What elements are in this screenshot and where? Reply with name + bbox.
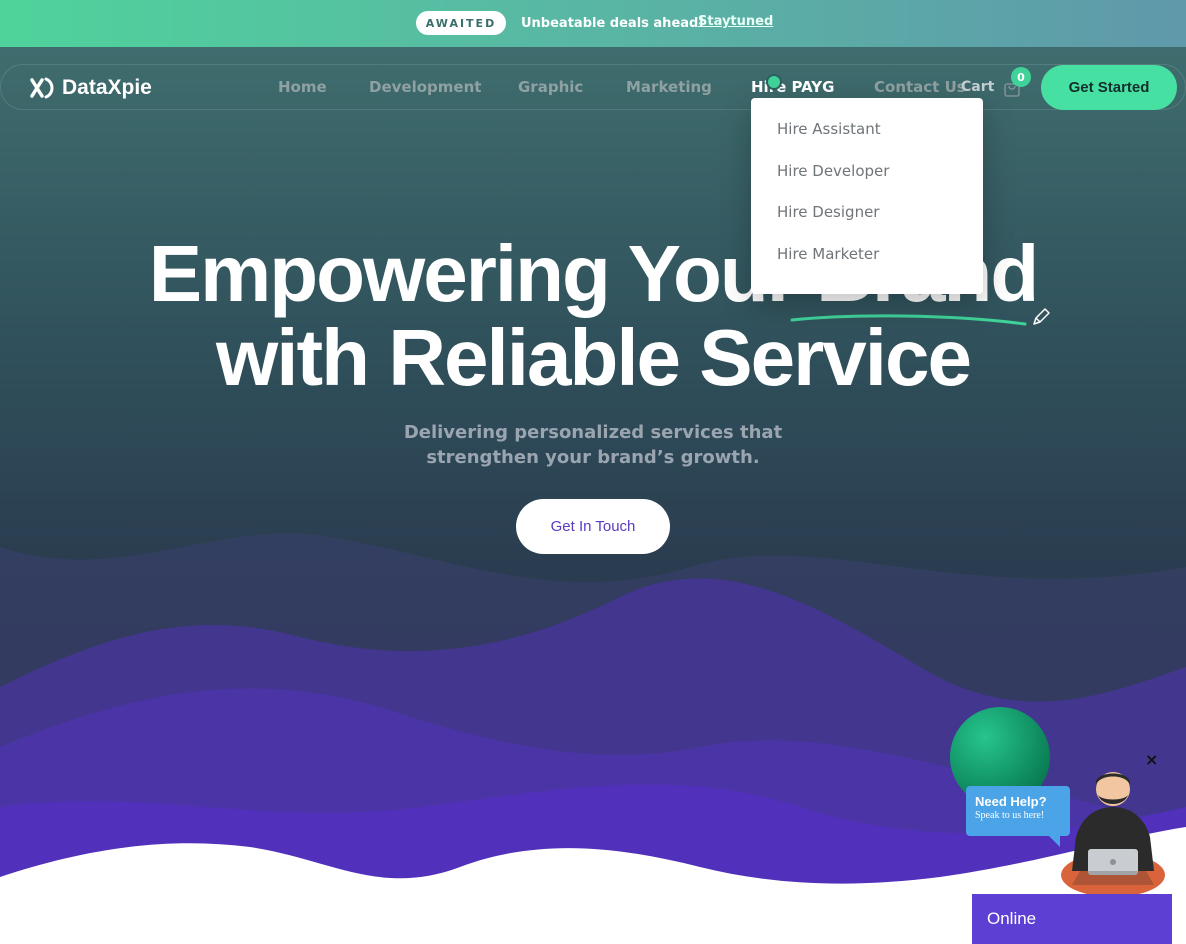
brand-underline: [790, 314, 1027, 326]
help-bubble[interactable]: Need Help? Speak to us here!: [966, 786, 1070, 836]
help-subtitle: Speak to us here!: [975, 810, 1045, 821]
dropdown-item-hire-assistant[interactable]: Hire Assistant: [751, 120, 983, 162]
cart-label[interactable]: Cart: [961, 79, 994, 95]
chat-status-label: Online: [987, 909, 1037, 928]
nav-contact-us[interactable]: Contact Us: [874, 78, 966, 96]
support-character-illustration[interactable]: [1058, 767, 1168, 901]
headline-line-2: with Reliable Service: [216, 313, 972, 402]
brand-name: DataXpie: [62, 76, 152, 99]
promo-badge: AWAITED: [416, 11, 506, 35]
dropdown-item-hire-designer[interactable]: Hire Designer: [751, 203, 983, 245]
help-title: Need Help?: [975, 794, 1047, 809]
promo-text: Unbeatable deals ahead!: [521, 16, 705, 31]
page: AWAITED Unbeatable deals ahead! Staytune…: [0, 0, 1186, 944]
active-indicator: [766, 74, 782, 90]
dropdown-item-hire-developer[interactable]: Hire Developer: [751, 162, 983, 204]
pencil-icon: [1033, 308, 1050, 325]
dropdown-item-hire-marketer[interactable]: Hire Marketer: [751, 245, 983, 287]
logo[interactable]: DataXpie: [30, 76, 152, 100]
headline-line-1: Empowering Your Brand: [148, 229, 1039, 318]
cart-count-badge: 0: [1011, 67, 1031, 87]
logo-icon: [30, 77, 54, 99]
get-started-button[interactable]: Get Started: [1041, 65, 1177, 110]
hire-payg-dropdown: Hire Assistant Hire Developer Hire Desig…: [751, 98, 983, 294]
hero-subtitle: Delivering personalized services that st…: [0, 420, 1186, 470]
get-in-touch-button[interactable]: Get In Touch: [516, 499, 670, 554]
nav-marketing[interactable]: Marketing: [626, 78, 712, 96]
subtitle-line-2: strengthen your brand’s growth.: [426, 447, 760, 468]
nav-hire-payg[interactable]: Hire PAYG: [751, 78, 834, 96]
nav-development[interactable]: Development: [369, 78, 481, 96]
subtitle-line-1: Delivering personalized services that: [403, 422, 783, 443]
nav-home[interactable]: Home: [278, 78, 327, 96]
promo-bar: AWAITED Unbeatable deals ahead! Staytune…: [0, 0, 1186, 47]
nav-graphic[interactable]: Graphic: [518, 78, 583, 96]
promo-link[interactable]: Staytuned: [698, 14, 773, 29]
chat-status-bar[interactable]: Online: [972, 894, 1172, 944]
